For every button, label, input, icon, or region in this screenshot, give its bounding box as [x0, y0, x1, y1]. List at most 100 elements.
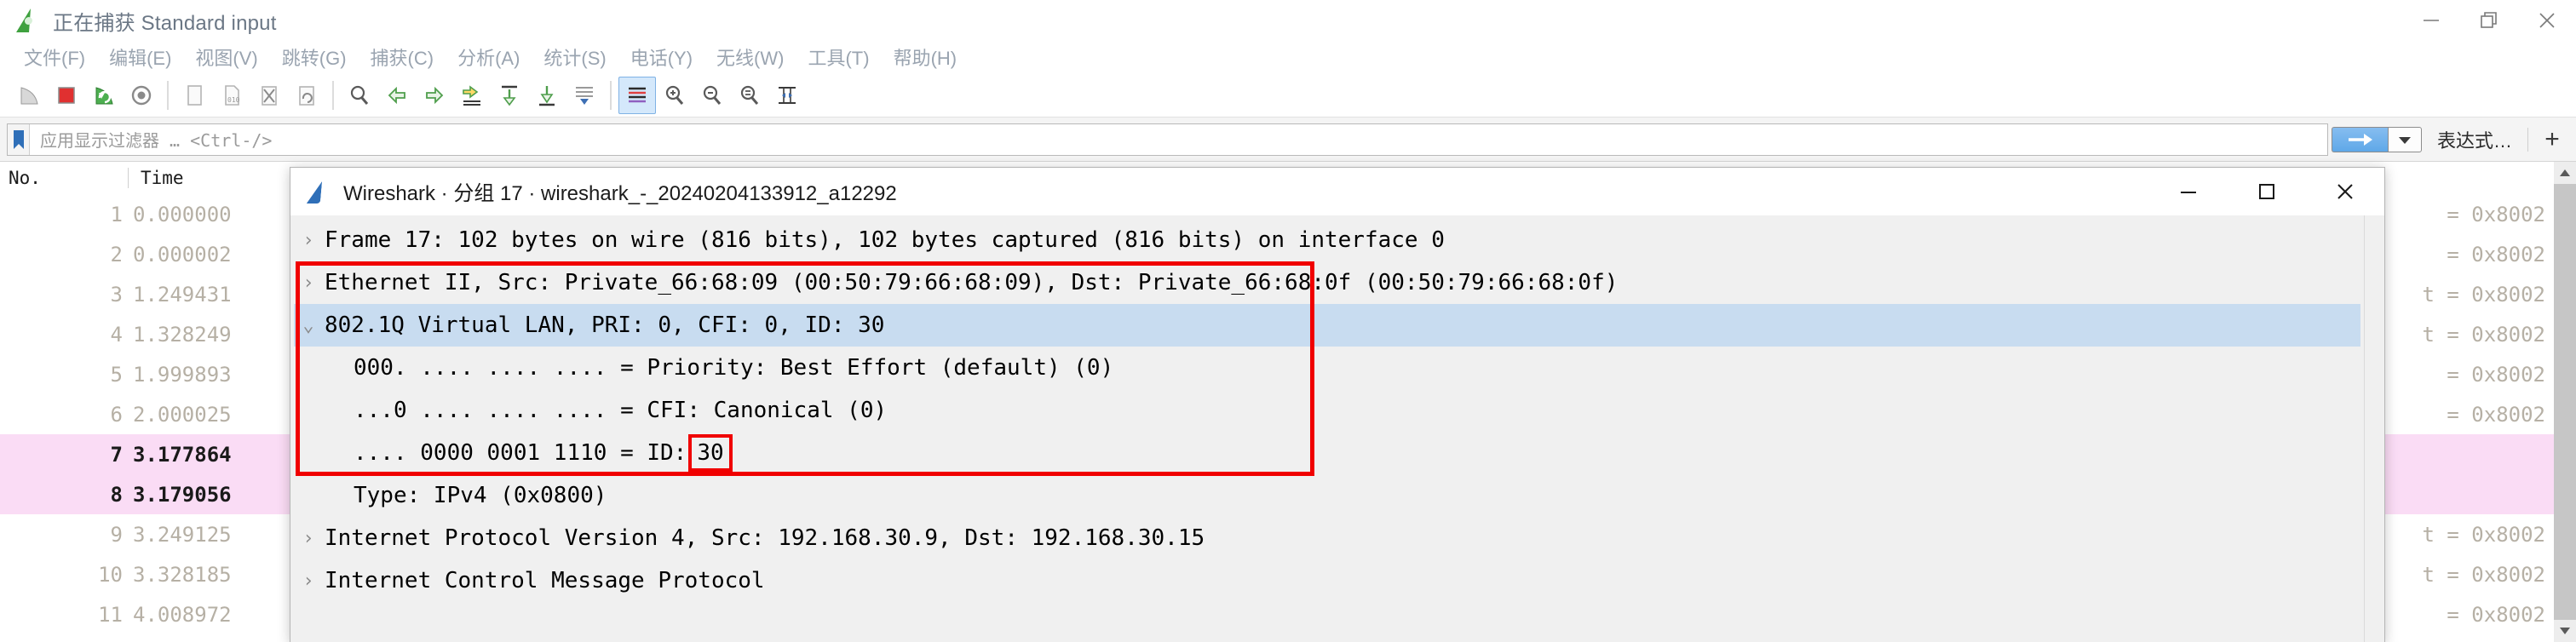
packet-no: 2 [110, 242, 123, 267]
go-to-packet-icon[interactable] [453, 77, 491, 114]
start-capture-icon[interactable] [10, 77, 48, 114]
tree-item-label: 000. .... .... .... = Priority: Best Eff… [354, 355, 1114, 381]
menu-tools[interactable]: 工具(T) [796, 43, 881, 71]
wireshark-main-window: 正在捕获 Standard input 文件(F) 编辑(E) 视图(V) 跳转… [0, 0, 2576, 642]
packet-time: 3.249125 [133, 522, 232, 547]
menu-analyze[interactable]: 分析(A) [446, 43, 532, 71]
menu-go[interactable]: 跳转(G) [270, 43, 359, 71]
menu-file[interactable]: 文件(F) [12, 43, 97, 71]
tree-item-ipv4[interactable]: › Internet Protocol Version 4, Src: 192.… [294, 517, 2360, 559]
open-file-icon[interactable] [175, 77, 213, 114]
packet-list-scrollbar[interactable] [2554, 162, 2576, 642]
menu-wireless[interactable]: 无线(W) [704, 43, 796, 71]
tree-item-vlan-id[interactable]: .... 0000 0001 1110 = ID: 30 [294, 432, 2360, 474]
tree-item-frame[interactable]: › Frame 17: 102 bytes on wire (816 bits)… [294, 219, 2360, 261]
vlan-id-annotation: 30 [688, 434, 733, 472]
menu-statistics[interactable]: 统计(S) [532, 43, 618, 71]
colorize-icon[interactable] [618, 76, 656, 114]
zoom-reset-icon[interactable] [731, 77, 768, 114]
zoom-out-icon[interactable] [693, 77, 731, 114]
packet-time: 0.000000 [133, 202, 232, 226]
packet-time: 1.999893 [133, 362, 232, 387]
go-forward-icon[interactable] [416, 77, 453, 114]
scroll-down-icon[interactable] [2554, 620, 2576, 642]
minimize-icon[interactable] [2149, 168, 2228, 215]
wireshark-blue-icon [306, 179, 331, 204]
display-filter-input[interactable]: 应用显示过滤器 … <Ctrl-/> [7, 123, 2328, 156]
tree-item-ethernet[interactable]: › Ethernet II, Src: Private_66:68:09 (00… [294, 261, 2360, 304]
toolbar-separator [332, 80, 334, 110]
restore-icon[interactable] [2460, 0, 2518, 41]
save-file-icon[interactable]: 010 [213, 77, 250, 114]
go-back-icon[interactable] [378, 77, 416, 114]
resize-columns-icon[interactable] [768, 77, 806, 114]
menu-edit[interactable]: 编辑(E) [97, 43, 183, 71]
go-first-packet-icon[interactable] [491, 77, 528, 114]
maximize-icon[interactable] [2228, 168, 2306, 215]
tree-item-vlan[interactable]: ⌄ 802.1Q Virtual LAN, PRI: 0, CFI: 0, ID… [294, 304, 2360, 347]
packet-no: 10 [98, 562, 123, 587]
menu-view[interactable]: 视图(V) [183, 43, 269, 71]
filter-expression-button[interactable]: 表达式… [2422, 126, 2527, 153]
tree-item-label: Internet Control Message Protocol [325, 568, 765, 593]
packet-no: 9 [110, 522, 123, 547]
main-titlebar: 正在捕获 Standard input [0, 0, 2576, 41]
dialog-title: Wireshark · 分组 17 · wireshark_-_20240204… [343, 182, 897, 205]
close-file-icon[interactable] [250, 77, 288, 114]
packet-no: 11 [98, 602, 123, 627]
display-filter-placeholder: 应用显示过滤器 … <Ctrl-/> [40, 130, 273, 151]
zoom-in-icon[interactable] [656, 77, 693, 114]
window-controls [2402, 0, 2576, 41]
packet-info: t = 0x8002 [2422, 282, 2546, 307]
minimize-icon[interactable] [2402, 0, 2460, 41]
add-filter-button[interactable]: + [2528, 125, 2576, 154]
menubar: 文件(F) 编辑(E) 视图(V) 跳转(G) 捕获(C) 分析(A) 统计(S… [0, 41, 2576, 73]
auto-scroll-icon[interactable] [566, 77, 603, 114]
chevron-right-icon[interactable]: › [294, 528, 323, 549]
packet-info: t = 0x8002 [2422, 522, 2546, 547]
column-no[interactable]: No. [0, 168, 128, 188]
packet-info: t = 0x8002 [2422, 322, 2546, 347]
protocol-tree[interactable]: › Frame 17: 102 bytes on wire (816 bits)… [294, 219, 2360, 602]
bookmark-icon[interactable] [8, 123, 30, 155]
chevron-right-icon[interactable]: › [294, 230, 323, 251]
go-last-packet-icon[interactable] [528, 77, 566, 114]
close-icon[interactable] [2306, 168, 2384, 215]
close-icon[interactable] [2518, 0, 2576, 41]
packet-no: 4 [110, 322, 123, 347]
menu-help[interactable]: 帮助(H) [882, 43, 969, 71]
find-packet-icon[interactable] [341, 77, 378, 114]
dialog-body: › Frame 17: 102 bytes on wire (816 bits)… [290, 215, 2384, 642]
display-filter-bar: 应用显示过滤器 … <Ctrl-/> 表达式… + [0, 118, 2576, 162]
tree-item-label: Frame 17: 102 bytes on wire (816 bits), … [325, 227, 1445, 253]
tree-item-vlan-type[interactable]: Type: IPv4 (0x0800) [294, 474, 2360, 517]
filter-dropdown-button[interactable] [2387, 126, 2422, 152]
chevron-right-icon[interactable]: › [294, 570, 323, 592]
capture-options-icon[interactable] [123, 77, 160, 114]
tree-item-label: Internet Protocol Version 4, Src: 192.16… [325, 525, 1205, 551]
packet-info: = 0x8002 [2447, 602, 2545, 627]
tree-item-label: ...0 .... .... .... = CFI: Canonical (0) [354, 398, 888, 423]
apply-filter-button[interactable] [2331, 126, 2388, 152]
dialog-scrollbar[interactable] [2364, 215, 2384, 642]
stop-capture-icon[interactable] [48, 77, 85, 114]
tree-item-vlan-cfi[interactable]: ...0 .... .... .... = CFI: Canonical (0) [294, 389, 2360, 432]
menu-telephony[interactable]: 电话(Y) [618, 43, 704, 71]
tree-item-label: Ethernet II, Src: Private_66:68:09 (00:5… [325, 270, 1619, 295]
packet-detail-dialog: Wireshark · 分组 17 · wireshark_-_20240204… [290, 167, 2385, 642]
packet-time: 3.328185 [133, 562, 232, 587]
toolbar-separator [610, 80, 612, 110]
reload-file-icon[interactable] [288, 77, 325, 114]
tree-item-icmp[interactable]: › Internet Control Message Protocol [294, 559, 2360, 602]
tree-item-label: .... 0000 0001 1110 = ID: [354, 440, 687, 466]
chevron-down-icon[interactable]: ⌄ [294, 315, 323, 336]
tree-item-label: Type: IPv4 (0x0800) [354, 483, 607, 508]
packet-no: 7 [110, 442, 123, 467]
restart-capture-icon[interactable] [85, 77, 123, 114]
packet-info: = 0x8002 [2447, 202, 2545, 226]
tree-item-vlan-priority[interactable]: 000. .... .... .... = Priority: Best Eff… [294, 347, 2360, 389]
chevron-right-icon[interactable]: › [294, 272, 323, 294]
packet-info: = 0x8002 [2447, 242, 2545, 267]
scroll-up-icon[interactable] [2554, 162, 2576, 184]
menu-capture[interactable]: 捕获(C) [359, 43, 446, 71]
